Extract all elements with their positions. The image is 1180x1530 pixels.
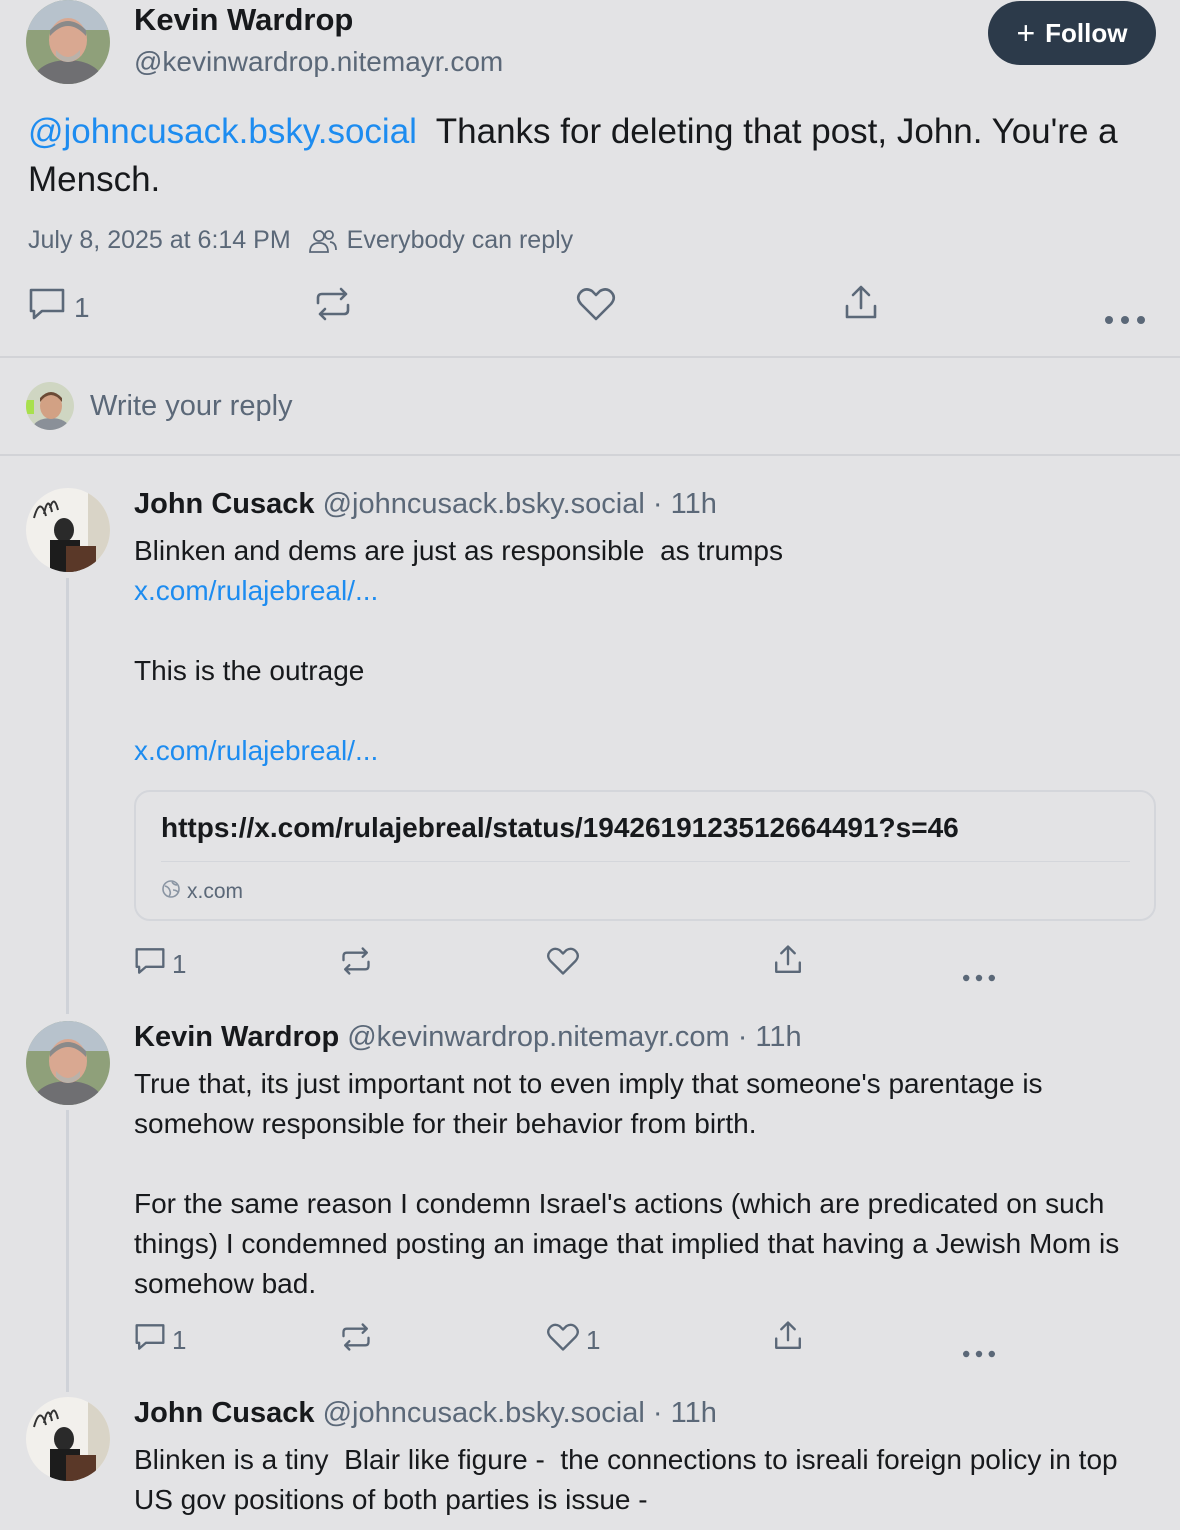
repost-button[interactable] [340, 946, 372, 983]
heart-icon [546, 1322, 580, 1359]
share-button[interactable] [772, 944, 804, 983]
reply-header: Kevin Wardrop @kevinwardrop.nitemayr.com… [134, 1021, 802, 1054]
reply-text: Blinken and dems are just as responsible… [134, 531, 1144, 771]
thread-line [66, 578, 69, 1014]
reply-icon [134, 946, 166, 983]
thread-line [66, 1110, 69, 1392]
reply-line: Blinken and dems are just as responsible… [134, 535, 783, 566]
reply-button[interactable]: 1 [134, 1322, 186, 1359]
link-preview-card[interactable]: https://x.com/rulajebreal/status/1942619… [134, 790, 1156, 921]
share-button[interactable] [842, 284, 880, 329]
repost-icon [340, 946, 372, 983]
like-button[interactable] [546, 946, 586, 983]
share-icon [772, 1320, 804, 1359]
repost-button[interactable] [314, 286, 352, 329]
heart-icon [546, 946, 580, 983]
reply-age[interactable]: · 11h [653, 1397, 717, 1429]
post-actions: 1 [28, 282, 1158, 330]
ellipsis-icon [1104, 300, 1146, 332]
post-thread-page: Kevin Wardrop @kevinwardrop.nitemayr.com… [0, 0, 1180, 1530]
reply-author-handle[interactable]: @johncusack.bsky.social [323, 488, 645, 520]
reply-actions: 1 1 [134, 1320, 1014, 1360]
reply-author-handle[interactable]: @kevinwardrop.nitemayr.com [347, 1021, 729, 1053]
reply-setting: Everybody can reply [346, 226, 574, 254]
plus-icon: + [1016, 15, 1036, 51]
reply-paragraph: Blinken is a tiny Blair like figure - th… [134, 1444, 1126, 1515]
post-text: @johncusack.bsky.social Thanks for delet… [28, 108, 1148, 204]
reply-text: True that, its just important not to eve… [134, 1064, 1144, 1304]
more-options-button[interactable] [1104, 300, 1146, 332]
follow-label: Follow [1045, 17, 1128, 48]
reply-composer[interactable]: Write your reply [0, 360, 1180, 456]
current-user-avatar [26, 382, 74, 430]
like-count: 1 [586, 1325, 601, 1355]
share-icon [772, 944, 804, 983]
reply-age[interactable]: · 11h [738, 1021, 802, 1053]
heart-icon [576, 286, 616, 329]
post-meta: July 8, 2025 at 6:14 PM Everybody can re… [28, 226, 573, 255]
reply-text: Blinken is a tiny Blair like figure - th… [134, 1440, 1144, 1520]
follow-button[interactable]: + Follow [988, 1, 1156, 65]
reply-button[interactable]: 1 [134, 946, 186, 983]
reply-paragraph: True that, its just important not to eve… [134, 1068, 1043, 1139]
more-options-button[interactable] [962, 1334, 996, 1365]
author-avatar[interactable] [26, 0, 110, 84]
reply-author-avatar[interactable] [26, 1021, 110, 1105]
ellipsis-icon [962, 958, 996, 989]
reply-count: 1 [172, 949, 187, 979]
reply-link[interactable]: x.com/rulajebreal/... [134, 571, 1144, 611]
mention-link[interactable]: @johncusack.bsky.social [28, 112, 417, 151]
reply-actions: 1 [134, 944, 1014, 984]
card-domain: x.com [187, 880, 244, 903]
repost-icon [340, 1322, 372, 1359]
reply-paragraph: For the same reason I condemn Israel's a… [134, 1188, 1120, 1299]
share-button[interactable] [772, 1320, 804, 1359]
reply-count: 1 [172, 1325, 187, 1355]
reply-age[interactable]: · 11h [653, 488, 717, 520]
reply-author-avatar[interactable] [26, 488, 110, 572]
reply-icon [134, 1322, 166, 1359]
reply-header: John Cusack @johncusack.bsky.social · 11… [134, 488, 717, 521]
reply-line: This is the outrage [134, 655, 365, 686]
reply-author-name[interactable]: Kevin Wardrop [134, 1021, 339, 1053]
reply-link[interactable]: x.com/rulajebreal/... [134, 731, 1144, 771]
ellipsis-icon [962, 1334, 996, 1365]
reply-author-name[interactable]: John Cusack [134, 1397, 315, 1429]
reply-button[interactable]: 1 [28, 286, 90, 329]
card-divider [161, 861, 1130, 862]
reply-author-handle[interactable]: @johncusack.bsky.social [323, 1397, 645, 1429]
repost-button[interactable] [340, 1322, 372, 1359]
reply-placeholder: Write your reply [90, 390, 293, 422]
globe-icon [161, 879, 181, 905]
like-button[interactable] [576, 286, 616, 329]
card-url: https://x.com/rulajebreal/status/1942619… [161, 812, 959, 843]
share-icon [842, 284, 880, 329]
more-options-button[interactable] [962, 958, 996, 989]
author-name[interactable]: Kevin Wardrop [134, 2, 353, 38]
people-icon [308, 228, 337, 254]
like-button[interactable]: 1 [546, 1322, 600, 1359]
post-timestamp[interactable]: July 8, 2025 at 6:14 PM [28, 226, 291, 255]
reply-author-name[interactable]: John Cusack [134, 488, 315, 520]
repost-icon [314, 286, 352, 329]
author-handle[interactable]: @kevinwardrop.nitemayr.com [134, 46, 503, 78]
card-domain-row: x.com [161, 879, 243, 905]
reply-count: 1 [74, 291, 90, 323]
reply-icon [28, 286, 66, 329]
reply-header: John Cusack @johncusack.bsky.social · 11… [134, 1397, 717, 1430]
main-post: Kevin Wardrop @kevinwardrop.nitemayr.com… [0, 0, 1180, 358]
reply-author-avatar[interactable] [26, 1397, 110, 1481]
